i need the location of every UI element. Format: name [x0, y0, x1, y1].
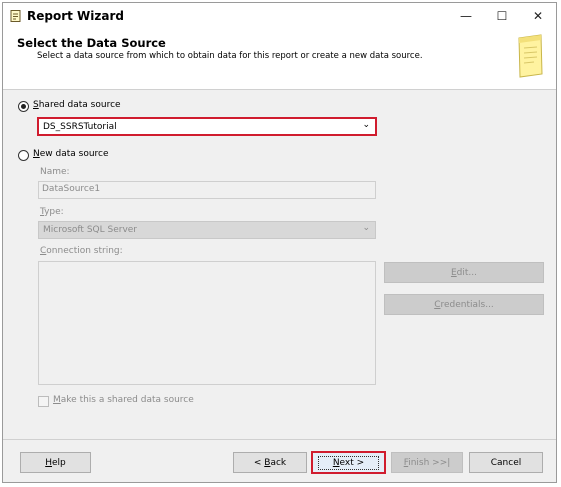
chevron-down-icon: ⌄: [362, 120, 370, 130]
close-button[interactable]: ✕: [520, 3, 556, 29]
name-field-value: DataSource1: [42, 184, 101, 194]
connection-string-field[interactable]: [38, 261, 376, 385]
title-bar[interactable]: Report Wizard — ☐ ✕: [3, 3, 556, 29]
type-value: Microsoft SQL Server: [43, 225, 138, 235]
new-data-source-radio[interactable]: [18, 150, 29, 161]
cancel-button[interactable]: Cancel: [469, 452, 543, 473]
window-title: Report Wizard: [27, 9, 124, 23]
shared-data-source-radio[interactable]: [18, 101, 29, 112]
shared-data-source-dropdown[interactable]: DS_SSRSTutorial ⌄: [37, 117, 377, 136]
credentials-button[interactable]: Credentials...: [384, 294, 544, 315]
shared-data-source-label[interactable]: Shared data source: [33, 100, 121, 110]
help-button[interactable]: Help: [20, 452, 91, 473]
new-data-source-label[interactable]: New data source: [33, 149, 109, 159]
report-wizard-app-icon: [10, 10, 21, 22]
close-icon: ✕: [532, 9, 544, 23]
edit-button[interactable]: Edit...: [384, 262, 544, 283]
back-button[interactable]: < Back: [233, 452, 307, 473]
make-shared-checkbox[interactable]: [38, 396, 49, 407]
type-label: Type:: [40, 207, 64, 217]
document-icon: [518, 34, 543, 78]
connection-string-label: Connection string:: [40, 246, 123, 256]
maximize-button[interactable]: ☐: [484, 3, 520, 29]
name-label: Name:: [40, 167, 70, 177]
maximize-icon: ☐: [496, 9, 508, 23]
page-title: Select the Data Source: [17, 36, 166, 50]
finish-button[interactable]: Finish >>|: [391, 452, 463, 473]
minimize-button[interactable]: —: [448, 3, 484, 29]
next-button[interactable]: Next >: [311, 451, 386, 474]
name-field[interactable]: DataSource1: [38, 181, 376, 199]
wizard-header: Select the Data Source Select a data sou…: [3, 29, 556, 90]
minimize-icon: —: [460, 9, 472, 23]
footer-divider: [3, 439, 556, 440]
report-wizard-window: Report Wizard — ☐ ✕ Select the Data Sour…: [2, 2, 557, 483]
type-dropdown[interactable]: Microsoft SQL Server ⌄: [38, 221, 376, 239]
shared-data-source-value: DS_SSRSTutorial: [43, 122, 117, 132]
make-shared-label[interactable]: Make this a shared data source: [53, 395, 194, 405]
page-subtitle: Select a data source from which to obtai…: [37, 51, 423, 61]
chevron-down-icon: ⌄: [362, 223, 370, 233]
